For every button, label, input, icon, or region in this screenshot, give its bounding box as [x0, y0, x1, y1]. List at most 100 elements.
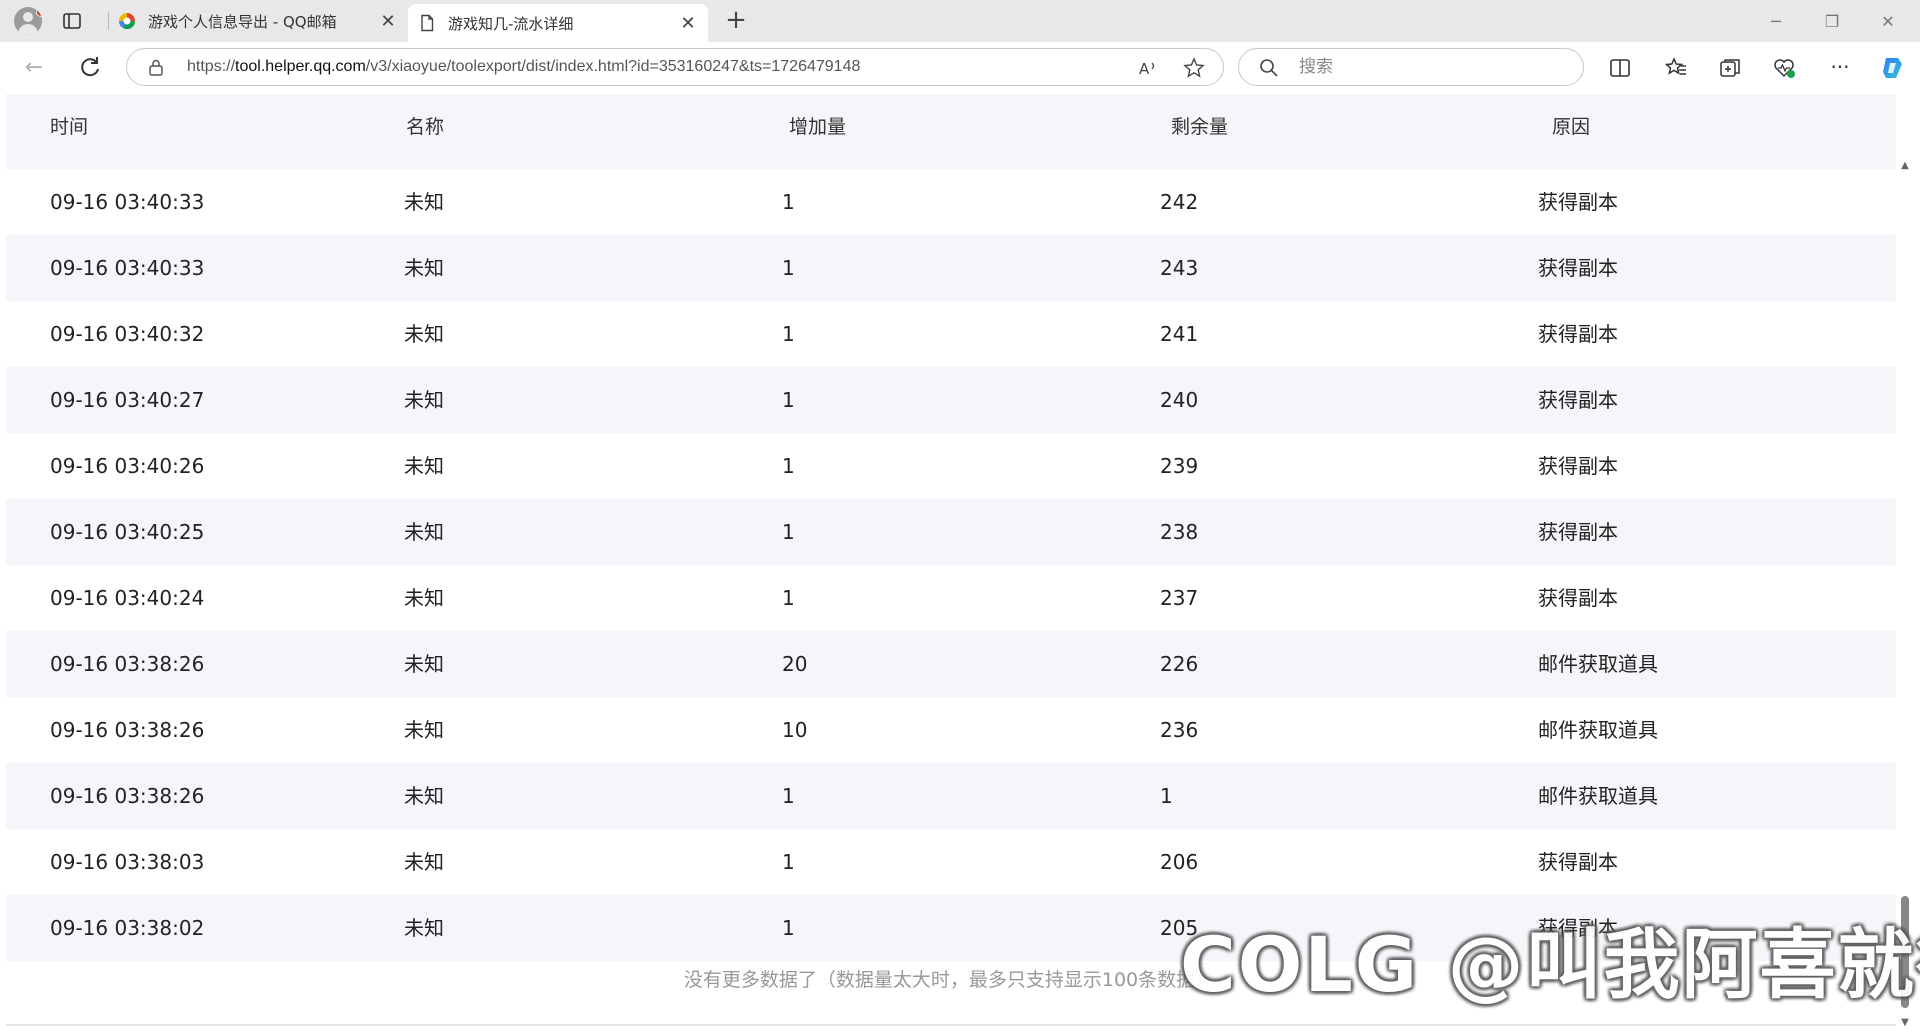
- cell-name: 未知: [404, 322, 444, 346]
- cell-name: 未知: [404, 718, 444, 742]
- cell-remaining: 206: [1160, 850, 1199, 874]
- cell-reason: 获得副本: [1538, 190, 1618, 214]
- cell-reason: 获得副本: [1538, 454, 1618, 478]
- cell-time: 09-16 03:40:33: [50, 190, 205, 214]
- cell-reason: 获得副本: [1538, 586, 1618, 610]
- vertical-scrollbar[interactable]: ▲ ▼: [1898, 159, 1912, 1030]
- tab-qq-mail[interactable]: 游戏个人信息导出 - QQ邮箱 ✕: [108, 0, 408, 42]
- cell-time: 09-16 03:40:24: [50, 586, 205, 610]
- cell-increase: 1: [782, 322, 795, 346]
- watermark-text: COLG @叫我阿喜就行: [1180, 920, 1920, 1009]
- svg-text:A: A: [1139, 60, 1150, 78]
- favorites-icon[interactable]: [1664, 56, 1688, 80]
- cell-remaining: 236: [1160, 718, 1199, 742]
- cell-remaining: 237: [1160, 586, 1199, 610]
- tab-close-icon[interactable]: ✕: [676, 13, 700, 34]
- cell-increase: 1: [782, 520, 795, 544]
- address-bar[interactable]: https://tool.helper.qq.com/v3/xiaoyue/to…: [126, 48, 1224, 86]
- collections-icon[interactable]: [1718, 56, 1742, 80]
- cell-reason: 获得副本: [1538, 256, 1618, 280]
- cell-remaining: 226: [1160, 652, 1199, 676]
- close-window-button[interactable]: ✕: [1860, 0, 1916, 42]
- cell-name: 未知: [404, 190, 444, 214]
- browser-toolbar: ← https://tool.helper.qq.com/v3/xiaoyue/…: [0, 42, 1920, 94]
- search-placeholder: 搜索: [1299, 57, 1333, 77]
- table-row: 09-16 03:40:25 未知 1 238 获得副本: [6, 499, 1896, 565]
- cell-reason: 获得副本: [1538, 322, 1618, 346]
- page-content: 时间 名称 增加量 剩余量 原因 09-16 03:40:33 未知 1 242 获得副…: [0, 94, 1920, 1030]
- cell-reason: 获得副本: [1538, 850, 1618, 874]
- url-text[interactable]: https://tool.helper.qq.com/v3/xiaoyue/to…: [187, 49, 860, 85]
- cell-increase: 1: [782, 784, 795, 808]
- header-reason: 原因: [1552, 116, 1591, 138]
- cell-time: 09-16 03:40:25: [50, 520, 205, 544]
- cell-reason: 邮件获取道具: [1538, 784, 1658, 808]
- restore-button[interactable]: ❐: [1804, 0, 1860, 42]
- new-tab-button[interactable]: +: [722, 6, 750, 34]
- table-row: 09-16 03:40:32 未知 1 241 获得副本: [6, 301, 1896, 367]
- back-button[interactable]: ←: [20, 54, 48, 82]
- cell-remaining: 238: [1160, 520, 1199, 544]
- more-options-icon[interactable]: ···: [1828, 56, 1852, 80]
- table-row: 09-16 03:40:26 未知 1 239 获得副本: [6, 433, 1896, 499]
- cell-increase: 1: [782, 454, 795, 478]
- table-row: 09-16 03:40:33 未知 1 243 获得副本: [6, 235, 1896, 301]
- cell-increase: 20: [782, 652, 808, 676]
- copilot-icon[interactable]: [1880, 54, 1908, 82]
- cell-increase: 1: [782, 850, 795, 874]
- cell-time: 09-16 03:40:26: [50, 454, 205, 478]
- cell-remaining: 239: [1160, 454, 1199, 478]
- cell-increase: 1: [782, 256, 795, 280]
- cell-increase: 1: [782, 190, 795, 214]
- cell-time: 09-16 03:38:26: [50, 718, 205, 742]
- cell-time: 09-16 03:38:03: [50, 850, 205, 874]
- cell-name: 未知: [404, 652, 444, 676]
- cell-increase: 1: [782, 586, 795, 610]
- cell-name: 未知: [404, 454, 444, 478]
- cell-time: 09-16 03:40:33: [50, 256, 205, 280]
- cell-time: 09-16 03:38:26: [50, 784, 205, 808]
- cell-remaining: 1: [1160, 784, 1173, 808]
- cell-reason: 邮件获取道具: [1538, 718, 1658, 742]
- header-name: 名称: [406, 116, 445, 138]
- lock-icon[interactable]: [147, 58, 165, 76]
- refresh-icon[interactable]: [76, 54, 104, 82]
- cell-time: 09-16 03:40:27: [50, 388, 205, 412]
- table-row: 09-16 03:40:27 未知 1 240 获得副本: [6, 367, 1896, 433]
- cell-name: 未知: [404, 388, 444, 412]
- read-aloud-icon[interactable]: A: [1137, 57, 1159, 79]
- divider: [6, 1024, 1896, 1026]
- minimize-button[interactable]: ─: [1748, 0, 1804, 42]
- table-header: 时间 名称 增加量 剩余量 原因: [6, 94, 1896, 169]
- cell-name: 未知: [404, 586, 444, 610]
- cell-remaining: 241: [1160, 322, 1199, 346]
- cell-reason: 获得副本: [1538, 520, 1618, 544]
- cell-time: 09-16 03:40:32: [50, 322, 205, 346]
- scroll-up-icon[interactable]: ▲: [1898, 159, 1912, 173]
- favorite-star-icon[interactable]: [1183, 57, 1205, 79]
- table-row: 09-16 03:40:24 未知 1 237 获得副本: [6, 565, 1896, 631]
- cell-time: 09-16 03:38:26: [50, 652, 205, 676]
- profile-avatar-icon[interactable]: [14, 7, 42, 35]
- cell-time: 09-16 03:38:02: [50, 916, 205, 940]
- tab-actions-icon[interactable]: [62, 11, 82, 31]
- cell-increase: 1: [782, 388, 795, 412]
- browser-essentials-icon[interactable]: [1772, 56, 1796, 80]
- qq-mail-favicon-icon: [118, 13, 136, 30]
- notification-dot-icon: [36, 7, 42, 17]
- header-remaining: 剩余量: [1171, 116, 1229, 138]
- tab-close-icon[interactable]: ✕: [376, 11, 400, 32]
- header-time: 时间: [50, 116, 89, 138]
- table-row: 09-16 03:38:26 未知 10 236 邮件获取道具: [6, 697, 1896, 763]
- page-favicon-icon: [421, 14, 434, 32]
- cell-reason: 邮件获取道具: [1538, 652, 1658, 676]
- tab-flow-detail[interactable]: 游戏知几-流水详细 ✕: [408, 4, 708, 42]
- search-icon: [1260, 59, 1278, 77]
- cell-name: 未知: [404, 784, 444, 808]
- split-screen-icon[interactable]: [1608, 56, 1632, 80]
- tab-label: 游戏个人信息导出 - QQ邮箱: [148, 12, 337, 31]
- scroll-down-icon[interactable]: ▼: [1898, 1016, 1912, 1030]
- cell-remaining: 242: [1160, 190, 1199, 214]
- cell-name: 未知: [404, 520, 444, 544]
- search-box[interactable]: 搜索: [1238, 48, 1584, 86]
